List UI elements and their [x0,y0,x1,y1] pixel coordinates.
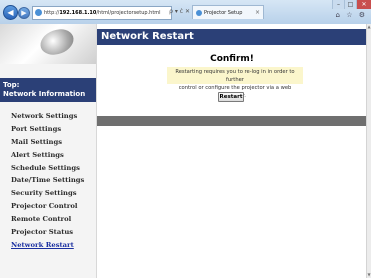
window-controls: – □ ✕ [332,0,371,9]
scroll-up-icon[interactable]: ▲ [367,24,371,30]
address-bar[interactable]: http://192.168.1.10/html/projectorsetup.… [32,6,172,20]
sidebar-item-projector-status[interactable]: Projector Status [0,226,96,239]
vertical-scrollbar[interactable]: ▲ ▼ [366,24,371,278]
sidebar-item-schedule-settings[interactable]: Schedule Settings [0,162,96,175]
browser-toolbar: ◀ ▶ http://192.168.1.10/html/projectorse… [0,0,371,24]
restart-warning-message: Restarting requires you to re-log in in … [167,67,303,99]
divider-band [97,116,367,126]
sidebar-item-alert-settings[interactable]: Alert Settings [0,149,96,162]
url-prefix: http:// [44,10,60,16]
url-host: 192.168.1.10 [59,10,97,16]
sidebar-item-security-settings[interactable]: Security Settings [0,187,96,200]
tab-title: Projector Setup [204,10,243,16]
back-button[interactable]: ◀ [3,5,18,20]
tab-page-icon [196,9,202,16]
sidebar: Top: Network Information Network Setting… [0,24,97,278]
sidebar-top-network-information[interactable]: Top: Network Information [0,78,96,102]
url-path: /html/projectorsetup.html [96,10,161,16]
tab-close-icon[interactable]: × [255,6,260,19]
sidebar-item-date-time-settings[interactable]: Date/Time Settings [0,174,96,187]
sidebar-menu: Network Settings Port Settings Mail Sett… [0,110,96,252]
projector-lens-image [0,24,96,64]
restart-button[interactable]: Restart [218,92,244,102]
top-label: Top: [3,81,20,89]
sidebar-item-remote-control[interactable]: Remote Control [0,213,96,226]
confirm-heading: Confirm! [210,54,254,64]
sidebar-item-port-settings[interactable]: Port Settings [0,123,96,136]
top-link: Network Information [3,90,86,98]
close-window-button[interactable]: ✕ [356,0,371,9]
address-tools[interactable]: ρ ▾ ċ ✕ [160,6,190,18]
message-line-1: Restarting requires you to re-log in in … [175,69,295,83]
sidebar-item-network-settings[interactable]: Network Settings [0,110,96,123]
forward-button[interactable]: ▶ [18,7,30,19]
sidebar-item-projector-control[interactable]: Projector Control [0,200,96,213]
main-content: Network Restart Confirm! Restarting requ… [97,24,367,278]
scroll-down-icon[interactable]: ▼ [367,272,371,278]
minimize-button[interactable]: – [332,0,344,9]
page-title: Network Restart [97,29,367,45]
maximize-button[interactable]: □ [344,0,356,9]
sidebar-item-network-restart[interactable]: Network Restart [0,239,96,252]
ie-page-icon [35,9,42,16]
lens-graphic [36,24,78,60]
tab-projector-setup[interactable]: Projector Setup × [192,5,264,19]
sidebar-item-mail-settings[interactable]: Mail Settings [0,136,96,149]
browser-tool-icons[interactable]: ⌂ ☆ ⚙ [336,11,367,19]
